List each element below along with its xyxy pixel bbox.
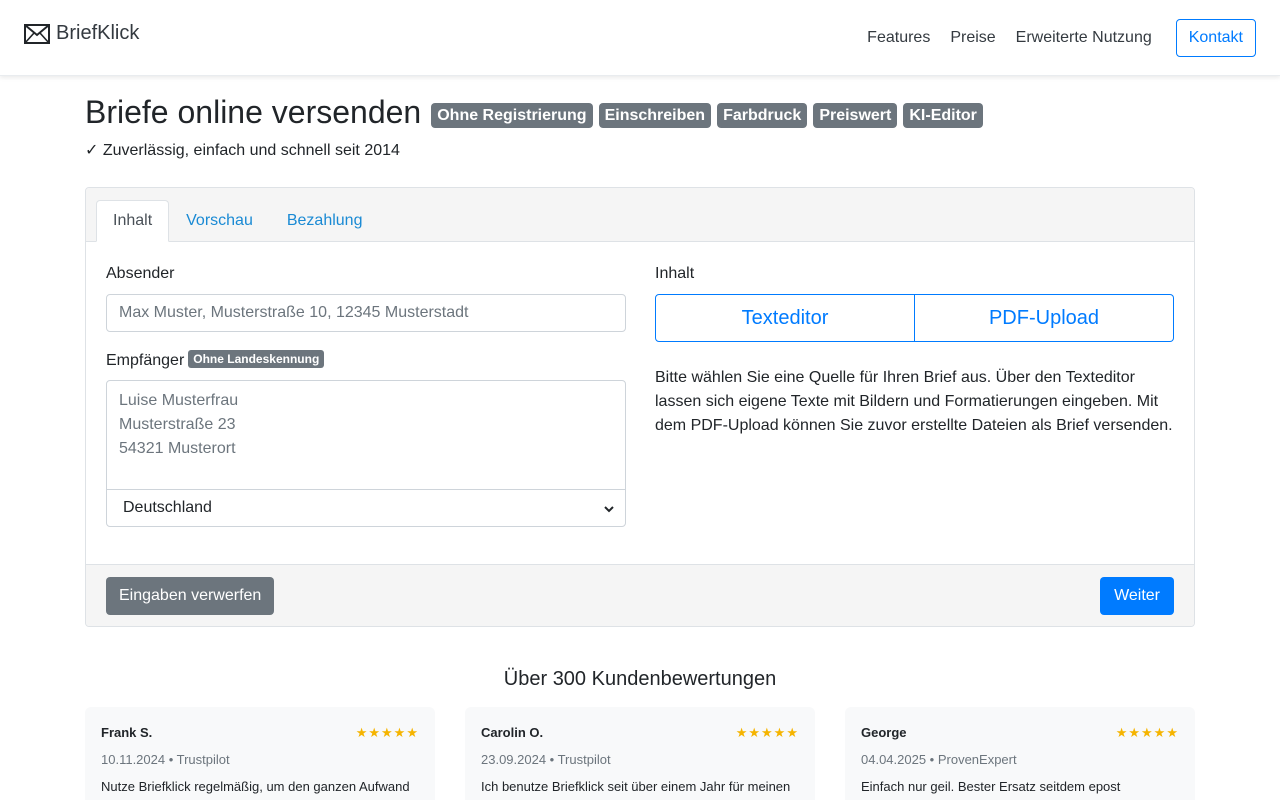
tab-vorschau[interactable]: Vorschau xyxy=(169,200,270,242)
review-text: Einfach nur geil. Bester Ersatz seitdem … xyxy=(861,779,1121,794)
content-label: Inhalt xyxy=(655,265,695,282)
letter-form-card: Inhalt Vorschau Bezahlung Absender Max M… xyxy=(85,187,1195,627)
tab-bezahlung[interactable]: Bezahlung xyxy=(270,200,380,242)
hero-subtitle: ✓ Zuverlässig, einfach und schnell seit … xyxy=(85,142,400,159)
badge-einschreiben: Einschreiben xyxy=(598,102,712,128)
discard-button[interactable]: Eingaben verwerfen xyxy=(106,577,275,615)
nav-link-features[interactable]: Features xyxy=(867,19,930,57)
sender-input[interactable]: Max Muster, Musterstraße 10, 12345 Muste… xyxy=(106,294,626,332)
review-text: Ich benutze Briefklick seit über einem J… xyxy=(481,779,791,794)
page-title: Briefe online versenden xyxy=(85,94,422,130)
review-card: George ★★★★★ 04.04.2025 • ProvenExpert E… xyxy=(845,707,1195,800)
hero-title-row: Briefe online versenden Ohne Registrieru… xyxy=(85,92,989,132)
review-card: Frank S. ★★★★★ 10.11.2024 • Trustpilot N… xyxy=(85,707,435,800)
nav-link-erweiterte-nutzung[interactable]: Erweiterte Nutzung xyxy=(1016,19,1152,57)
star-rating-icon: ★★★★★ xyxy=(355,725,419,740)
reviews-title: Über 300 Kundenbewertungen xyxy=(503,668,777,690)
recipient-label: Empfänger xyxy=(106,352,185,369)
review-meta: 04.04.2025 • ProvenExpert xyxy=(861,752,1017,767)
next-button[interactable]: Weiter xyxy=(1100,577,1174,615)
nav-link-preise[interactable]: Preise xyxy=(950,19,995,57)
badge-ki-editor: KI-Editor xyxy=(903,102,983,128)
chevron-down-icon xyxy=(604,506,614,513)
star-rating-icon: ★★★★★ xyxy=(735,725,799,740)
pdf-upload-button[interactable]: PDF-Upload xyxy=(915,294,1174,342)
badge-ohne-registrierung: Ohne Registrierung xyxy=(431,102,593,128)
nav-links: Features Preise Erweiterte Nutzung Konta… xyxy=(867,19,1256,57)
navbar: BriefKlick Features Preise Erweiterte Nu… xyxy=(0,0,1280,76)
sender-label: Absender xyxy=(106,265,175,282)
texteditor-button[interactable]: Texteditor xyxy=(655,294,915,342)
review-card: Carolin O. ★★★★★ 23.09.2024 • Trustpilot… xyxy=(465,707,815,800)
envelope-icon xyxy=(24,23,50,44)
recipient-textarea[interactable]: Luise Musterfrau Musterstraße 23 54321 M… xyxy=(106,380,626,490)
brand-name: BriefKlick xyxy=(56,22,140,44)
recipient-badge: Ohne Landeskennung xyxy=(188,350,325,368)
badge-farbdruck: Farbdruck xyxy=(717,102,808,128)
badge-preiswert: Preiswert xyxy=(813,102,898,128)
review-meta: 10.11.2024 • Trustpilot xyxy=(101,752,230,767)
tab-bar: Inhalt Vorschau Bezahlung xyxy=(96,200,379,242)
recipient-label-row: Empfänger Ohne Landeskennung xyxy=(106,350,325,371)
review-text: Nutze Briefklick regelmäßig, um den ganz… xyxy=(101,779,410,794)
card-header: Inhalt Vorschau Bezahlung xyxy=(86,188,1194,242)
content-info-text: Bitte wählen Sie eine Quelle für Ihren B… xyxy=(655,369,1173,434)
contact-button[interactable]: Kontakt xyxy=(1175,19,1256,57)
country-select-value: Deutschland xyxy=(123,499,212,516)
brand-logo[interactable]: BriefKlick xyxy=(24,22,139,45)
star-rating-icon: ★★★★★ xyxy=(1115,725,1179,740)
review-meta: 23.09.2024 • Trustpilot xyxy=(481,752,611,767)
content-source-group: Texteditor PDF-Upload xyxy=(655,294,1174,342)
tab-inhalt[interactable]: Inhalt xyxy=(96,200,170,242)
country-select[interactable]: Deutschland xyxy=(106,489,626,527)
card-footer: Eingaben verwerfen Weiter xyxy=(86,564,1194,626)
